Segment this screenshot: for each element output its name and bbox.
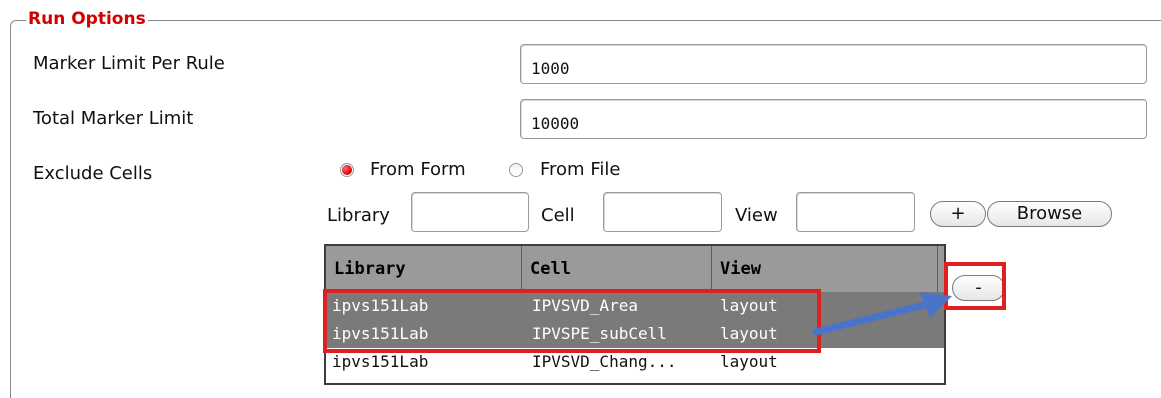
table-row[interactable]: ipvs151Lab IPVSVD_Area layout: [326, 292, 944, 320]
total-marker-limit-label: Total Marker Limit: [33, 108, 194, 129]
remove-selected-button[interactable]: -: [952, 275, 1005, 301]
from-file-radio[interactable]: [509, 163, 523, 177]
library-filter-input[interactable]: [411, 192, 529, 232]
marker-limit-per-rule-field[interactable]: 1000: [520, 44, 1147, 84]
add-exclude-cell-button[interactable]: +: [930, 201, 986, 227]
table-row[interactable]: ipvs151Lab IPVSPE_subCell layout: [326, 320, 944, 348]
view-filter-input[interactable]: [796, 192, 915, 232]
row-1-cell: IPVSVD_Area: [532, 296, 638, 315]
row-1-library: ipvs151Lab: [332, 296, 429, 315]
exclude-cells-label: Exclude Cells: [33, 163, 153, 184]
row-3-view: layout: [720, 352, 778, 371]
row-3-library: ipvs151Lab: [332, 352, 429, 371]
from-form-radio[interactable]: [340, 163, 354, 177]
table-row[interactable]: ipvs151Lab IPVSVD_Chang... layout: [326, 348, 944, 376]
library-filter-label: Library: [327, 205, 390, 226]
cell-filter-input[interactable]: [603, 192, 722, 232]
cell-filter-label: Cell: [541, 205, 575, 226]
marker-limit-per-rule-label: Marker Limit Per Rule: [33, 53, 225, 74]
run-options-title: Run Options: [26, 8, 148, 30]
browse-button[interactable]: Browse: [987, 201, 1112, 227]
exclude-cells-table: Library Cell View ipvs151Lab IPVSVD_Area…: [324, 244, 946, 385]
from-file-label[interactable]: From File: [540, 159, 620, 181]
row-3-cell: IPVSVD_Chang...: [532, 352, 677, 371]
row-1-view: layout: [720, 296, 778, 315]
row-2-view: layout: [720, 324, 778, 343]
table-header: Library Cell View: [326, 246, 944, 293]
row-2-cell: IPVSPE_subCell: [532, 324, 667, 343]
cell-column-header[interactable]: Cell: [522, 246, 712, 292]
library-column-header[interactable]: Library: [326, 246, 522, 292]
view-column-header[interactable]: View: [712, 246, 938, 292]
run-options-panel: Run Options Marker Limit Per Rule 1000 T…: [0, 0, 1161, 398]
total-marker-limit-field[interactable]: 10000: [520, 99, 1147, 139]
from-form-label[interactable]: From Form: [370, 159, 466, 181]
row-2-library: ipvs151Lab: [332, 324, 429, 343]
view-filter-label: View: [735, 205, 778, 226]
